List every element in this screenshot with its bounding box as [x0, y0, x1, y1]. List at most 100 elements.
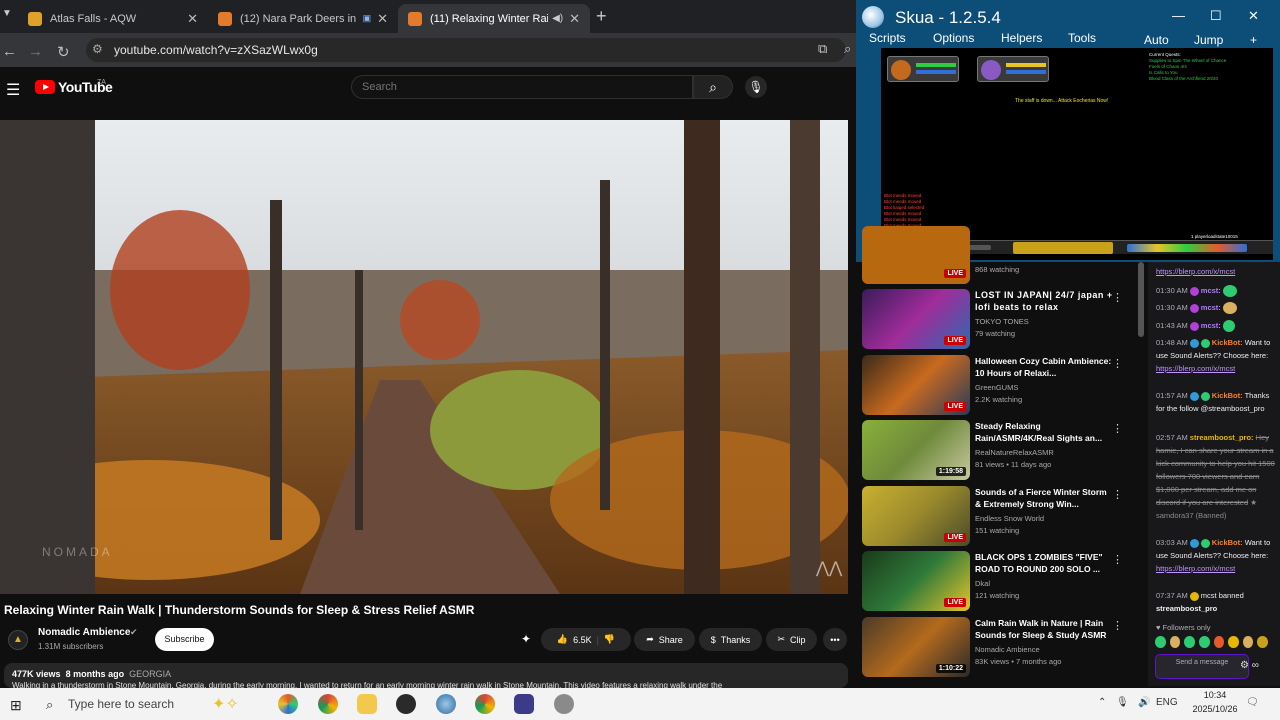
recommendation-item[interactable]: LIVE LOST IN JAPAN| 24/7 japan + lofi be… [862, 289, 1147, 351]
emote-icon[interactable] [1169, 636, 1181, 648]
file-explorer-icon[interactable] [357, 694, 377, 714]
emote-icon[interactable] [1155, 636, 1166, 648]
player-mana-bar [916, 70, 956, 74]
close-window-icon[interactable]: ✕ [1248, 8, 1259, 24]
chat-username[interactable]: mcst: [1201, 286, 1221, 295]
more-vertical-icon[interactable]: ⋮ [1112, 291, 1123, 304]
menu-icons-bar[interactable] [1127, 244, 1247, 252]
browser-tab-winter-rain[interactable]: (11) Relaxing Winter Rain Walk ◀) ✕ [398, 4, 590, 33]
search-button[interactable]: ⌕ [693, 75, 733, 99]
recommendation-item[interactable]: LIVE Halloween Cozy Cabin Ambience: 10 H… [862, 355, 1147, 417]
tab-list-chevron-icon[interactable]: ▼ [0, 8, 14, 19]
emote-icon [1222, 302, 1237, 315]
recommendation-item[interactable]: 1:10:22 Calm Rain Walk in Nature | Rain … [862, 617, 1147, 679]
recommendation-item[interactable]: 1:19:58 Steady Relaxing Rain/ASMR/4K/Rea… [862, 420, 1147, 482]
like-button[interactable]: 👍 6.5K [557, 634, 592, 645]
skua-menu-tools[interactable]: Tools [1068, 31, 1096, 45]
channel-avatar[interactable]: ▲ [8, 630, 28, 650]
chat-link[interactable]: https://blerp.com/x/mcst [1156, 267, 1235, 276]
recommendation-item[interactable]: LIVE 868 watching [862, 226, 1147, 286]
volume-icon[interactable]: 🔊 [1138, 697, 1150, 708]
voice-search-button[interactable]: 🎙 [745, 76, 767, 98]
recommendation-item[interactable]: LIVE BLACK OPS 1 ZOMBIES "FIVE" ROAD TO … [862, 551, 1147, 613]
chat-username[interactable]: KickBot: [1212, 538, 1243, 547]
subscribe-button[interactable]: Subscribe [155, 628, 214, 651]
ask-ai-icon[interactable]: ✦ [521, 632, 531, 646]
close-tab-icon[interactable]: ✕ [377, 11, 388, 27]
skua-taskbar-icon[interactable] [436, 694, 456, 714]
chat-link[interactable]: https://blerp.com/x/mcst [1156, 564, 1235, 573]
recommendations-scrollbar[interactable] [1138, 262, 1144, 337]
thumbs-down-icon[interactable]: 👎 [604, 634, 615, 645]
skua-menu-scripts[interactable]: Scripts [869, 31, 906, 45]
notifications-icon[interactable]: 🗨 [1246, 697, 1259, 708]
url-text[interactable]: youtube.com/watch?v=zXSazWLwx0g [114, 43, 318, 57]
hamburger-menu-icon[interactable]: ☰ [6, 80, 20, 100]
video-player[interactable] [0, 120, 848, 594]
more-vertical-icon[interactable]: ⋮ [1112, 422, 1123, 435]
emote-quick-bar[interactable] [1155, 636, 1270, 650]
more-actions-button[interactable]: ••• [823, 628, 847, 651]
audio-playing-icon[interactable]: ◀) [552, 13, 563, 24]
clock-date[interactable]: 2025/10/26 [1190, 704, 1240, 714]
clip-button[interactable]: ✂ Clip [766, 628, 817, 651]
chat-username[interactable]: KickBot: [1212, 391, 1243, 400]
emote-icon[interactable] [1257, 636, 1268, 648]
chrome-profile-app-icon[interactable] [475, 694, 495, 714]
emote-icon[interactable] [1198, 636, 1210, 648]
skua-add-icon[interactable]: + [1250, 33, 1257, 47]
skill-bar[interactable] [1013, 242, 1113, 254]
steam-app-icon[interactable] [396, 694, 416, 714]
chrome-app-icon[interactable] [318, 694, 338, 714]
maximize-icon[interactable]: ☐ [1210, 8, 1222, 24]
share-button[interactable]: ➦ Share [634, 628, 695, 651]
duration-badge: 1:10:22 [935, 664, 966, 673]
pinned-app-icon[interactable] [554, 694, 574, 714]
recommendation-item[interactable]: LIVE Sounds of a Fierce Winter Storm & E… [862, 486, 1147, 548]
chat-username[interactable]: mcst: [1201, 303, 1221, 312]
cast-icon[interactable]: ⧉ [818, 41, 827, 57]
close-tab-icon[interactable]: ✕ [569, 11, 580, 27]
new-tab-plus-icon[interactable]: + [596, 6, 607, 27]
more-vertical-icon[interactable]: ⋮ [1112, 488, 1123, 501]
browser-tab-aqw[interactable]: Atlas Falls - AQW ✕ [18, 4, 208, 33]
emote-icon[interactable] [1242, 636, 1254, 648]
emote-icon[interactable] [1184, 636, 1195, 648]
microphone-icon[interactable]: 🎙 [1116, 697, 1129, 708]
more-vertical-icon[interactable]: ⋮ [1112, 553, 1123, 566]
more-vertical-icon[interactable]: ⋮ [1112, 619, 1123, 632]
clock-time[interactable]: 10:34 [1190, 690, 1240, 700]
copilot-app-icon[interactable] [278, 694, 298, 714]
language-indicator[interactable]: ENG [1156, 697, 1178, 708]
location-tag[interactable]: GEORGIA [129, 669, 171, 679]
chat-link[interactable]: https://blerp.com/x/mcst [1156, 364, 1235, 373]
search-input[interactable] [351, 75, 693, 99]
chat-input[interactable]: Send a message [1155, 654, 1249, 679]
skua-menu-helpers[interactable]: Helpers [1001, 31, 1042, 45]
site-info-icon[interactable]: ⚙ [92, 42, 103, 56]
show-hidden-icons-chevron-icon[interactable]: ⌃ [1098, 697, 1106, 708]
chat-username[interactable]: streamboost_pro: [1190, 433, 1254, 442]
chat-username[interactable]: mcst: [1201, 321, 1221, 330]
skua-jump-button[interactable]: Jump [1194, 33, 1223, 47]
chat-settings-icon[interactable]: ⚙ ∞ [1240, 660, 1259, 671]
description-meta: 477K views 8 months ago GEORGIA [12, 669, 171, 679]
thanks-button[interactable]: $ Thanks [699, 628, 762, 651]
banned-user[interactable]: streamboost_pro [1156, 604, 1217, 613]
skua-menu-options[interactable]: Options [933, 31, 974, 45]
channel-name[interactable]: Nomadic Ambience [38, 627, 130, 638]
zoom-icon[interactable]: ⌕ [844, 41, 851, 57]
quest-line: Blood Class of the Archfiend 20/20 [1149, 76, 1219, 81]
more-vertical-icon[interactable]: ⋮ [1112, 357, 1123, 370]
windows-start-icon[interactable]: ⊞ [10, 697, 22, 714]
emote-icon[interactable] [1213, 636, 1225, 648]
minimize-icon[interactable]: — [1172, 8, 1185, 23]
close-tab-icon[interactable]: ✕ [187, 11, 198, 27]
chat-username[interactable]: KickBot: [1212, 338, 1243, 347]
skua-auto-button[interactable]: Auto [1144, 33, 1169, 47]
search-highlight-icon[interactable]: ✦✧ [212, 694, 239, 714]
browser-tab-nara[interactable]: (12) Nara Park Deers in Japan ▣ ✕ [208, 4, 398, 33]
taskbar-search-input[interactable]: Type here to search [68, 697, 174, 711]
emote-icon[interactable] [1228, 636, 1239, 648]
game-app-icon[interactable] [514, 694, 534, 714]
